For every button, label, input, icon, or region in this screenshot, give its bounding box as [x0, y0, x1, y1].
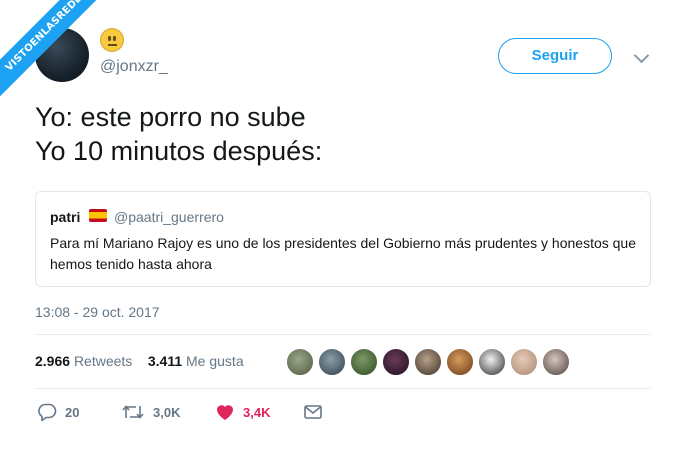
liker-avatar[interactable]: [542, 348, 570, 376]
tweet-text-line-1: Yo: este porro no sube: [35, 102, 306, 132]
likes-count[interactable]: 3.411: [148, 353, 182, 369]
quoted-tweet-text: Para mí Mariano Rajoy es uno de los pres…: [50, 235, 637, 272]
liker-avatar[interactable]: [414, 348, 442, 376]
retweet-icon: [122, 405, 144, 419]
tweet-text: Yo: este porro no sube Yo 10 minutos des…: [35, 100, 322, 168]
quoted-author-handle: @paatri_guerrero: [114, 209, 224, 225]
retweets-count[interactable]: 2.966: [35, 353, 70, 369]
liker-avatar[interactable]: [350, 348, 378, 376]
tweet-text-line-2: Yo 10 minutos después:: [35, 136, 323, 166]
liker-avatar[interactable]: [318, 348, 346, 376]
like-count: 3,4K: [243, 404, 271, 420]
heart-icon: [217, 405, 233, 420]
liker-avatar[interactable]: [510, 348, 538, 376]
chevron-down-icon[interactable]: [633, 47, 650, 64]
neutral-face-emoji: [100, 28, 124, 52]
divider: [35, 334, 651, 335]
like-button[interactable]: 3,4K: [215, 403, 270, 421]
retweet-button[interactable]: 3,0K: [121, 403, 180, 421]
reply-icon: [38, 403, 57, 422]
liker-avatar[interactable]: [382, 348, 410, 376]
direct-message-button[interactable]: [303, 403, 323, 421]
follow-button[interactable]: Seguir: [498, 38, 612, 74]
retweets-label[interactable]: Retweets: [74, 353, 132, 369]
liker-avatar[interactable]: [446, 348, 474, 376]
liker-avatar[interactable]: [478, 348, 506, 376]
quoted-tweet[interactable]: patri @paatri_guerrero Para mí Mariano R…: [35, 191, 651, 287]
likes-label[interactable]: Me gusta: [186, 353, 244, 369]
engagement-stats: 2.966 Retweets 3.411 Me gusta: [35, 353, 244, 369]
retweet-count: 3,0K: [153, 404, 181, 420]
reply-button[interactable]: 20: [37, 403, 80, 422]
spain-flag-icon: [89, 209, 107, 222]
user-handle[interactable]: @jonxzr_: [100, 58, 168, 76]
reply-count: 20: [65, 404, 80, 420]
quoted-author-name: patri: [50, 209, 81, 225]
mail-icon: [304, 405, 322, 419]
divider: [35, 388, 651, 389]
liker-avatar[interactable]: [286, 348, 314, 376]
timestamp[interactable]: 13:08 - 29 oct. 2017: [35, 304, 160, 320]
